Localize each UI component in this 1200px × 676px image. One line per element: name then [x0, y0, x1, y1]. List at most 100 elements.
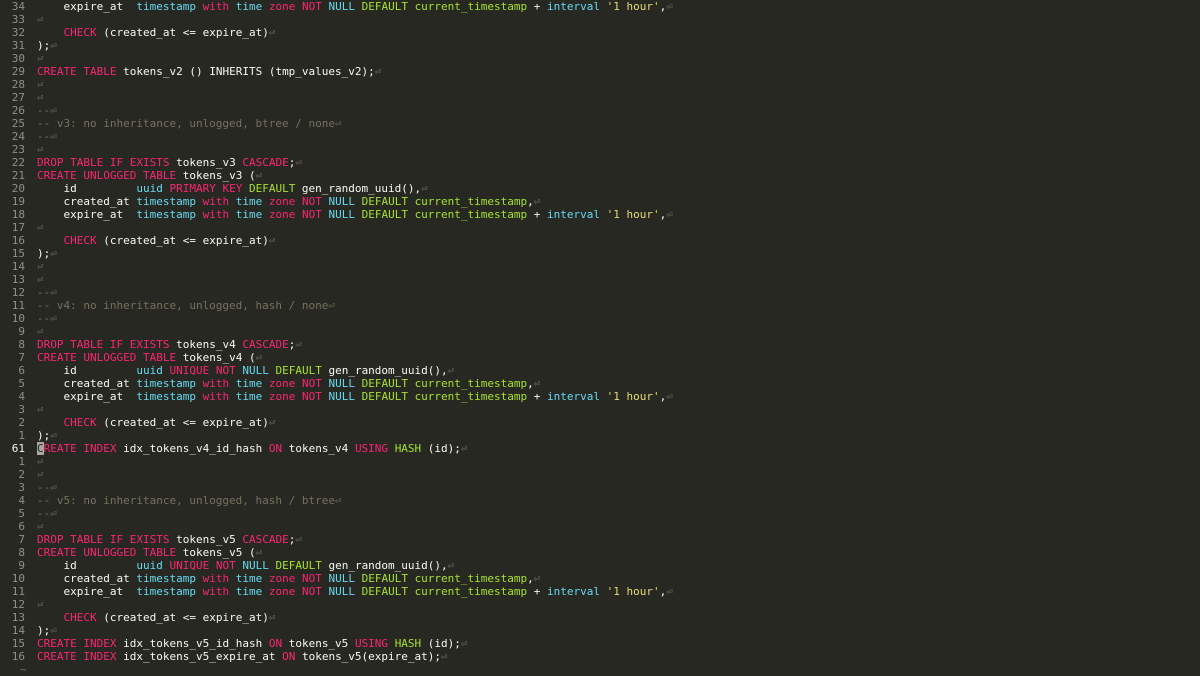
code-token: '1 hour' [606, 208, 660, 221]
code-line[interactable]: 6 id uuid UNIQUE NOT NULL DEFAULT gen_ra… [0, 364, 1200, 377]
line-number: 11 [11, 299, 25, 312]
eol-marker: ⏎ [37, 598, 44, 611]
code-line[interactable]: 13 ⏎ [0, 273, 1200, 286]
line-number: 34 [11, 0, 25, 13]
line-number: 10 [11, 572, 25, 585]
eol-marker: ⏎ [37, 78, 44, 91]
code-line[interactable]: 13 CHECK (created_at <= expire_at)⏎ [0, 611, 1200, 624]
code-line[interactable]: 24 --⏎ [0, 130, 1200, 143]
code-line[interactable]: 9 ⏎ [0, 325, 1200, 338]
code-line[interactable]: 27 ⏎ [0, 91, 1200, 104]
code-line[interactable]: 30 ⏎ [0, 52, 1200, 65]
eol-marker: ⏎ [37, 91, 44, 104]
code-line[interactable]: 8 DROP TABLE IF EXISTS tokens_v4 CASCADE;… [0, 338, 1200, 351]
eol-marker: ⏎ [50, 247, 57, 260]
code-line[interactable]: 16 CREATE INDEX idx_tokens_v5_expire_at O… [0, 650, 1200, 663]
code-token: DEFAULT [361, 0, 408, 13]
eol-marker: ⏎ [37, 455, 44, 468]
code-line[interactable]: 16 CHECK (created_at <= expire_at)⏎ [0, 234, 1200, 247]
code-line[interactable]: 33 ⏎ [0, 13, 1200, 26]
code-token: TABLE [83, 65, 117, 78]
line-number: 4 [18, 494, 25, 507]
code-line[interactable]: 11 expire_at timestamp with time zone NO… [0, 585, 1200, 598]
code-line[interactable]: 11 -- v4: no inheritance, unlogged, hash … [0, 299, 1200, 312]
code-token: current_timestamp [414, 195, 528, 208]
code-line[interactable]: 23 ⏎ [0, 143, 1200, 156]
code-text: expire_at timestamp with time zone NOT N… [37, 0, 672, 13]
code-line[interactable]: 18 expire_at timestamp with time zone NO… [0, 208, 1200, 221]
code-line[interactable]: 21 CREATE UNLOGGED TABLE tokens_v3 (⏎ [0, 169, 1200, 182]
code-token: CASCADE [242, 533, 289, 546]
code-token: interval [547, 390, 601, 403]
code-line[interactable]: 10 --⏎ [0, 312, 1200, 325]
code-line[interactable]: 14 ⏎ [0, 260, 1200, 273]
code-line[interactable]: 32 CHECK (created_at <= expire_at)⏎ [0, 26, 1200, 39]
code-text: CREATE INDEX idx_tokens_v5_expire_at ON … [37, 650, 448, 663]
code-line[interactable]: 19 created_at timestamp with time zone N… [0, 195, 1200, 208]
code-line[interactable]: 10 created_at timestamp with time zone N… [0, 572, 1200, 585]
code-line[interactable]: 2 ⏎ [0, 468, 1200, 481]
line-number: 26 [11, 104, 25, 117]
code-line[interactable]: 34 expire_at timestamp with time zone NO… [0, 0, 1200, 13]
code-token: timestamp [136, 0, 196, 13]
code-line[interactable]: 6 ⏎ [0, 520, 1200, 533]
code-line[interactable]: 28 ⏎ [0, 78, 1200, 91]
code-token: expire_at [37, 390, 137, 403]
code-token: timestamp [136, 572, 196, 585]
code-line[interactable]: 2 CHECK (created_at <= expire_at)⏎ [0, 416, 1200, 429]
code-token: current_timestamp [414, 390, 528, 403]
code-token: NULL [242, 364, 269, 377]
code-line[interactable]: 5 created_at timestamp with time zone NO… [0, 377, 1200, 390]
code-text: ⏎ [37, 273, 44, 286]
code-line[interactable]: 5 --⏎ [0, 507, 1200, 520]
code-line[interactable]: 61 CREATE INDEX idx_tokens_v4_id_hash ON … [0, 442, 1200, 455]
code-line[interactable]: 9 id uuid UNIQUE NOT NULL DEFAULT gen_ra… [0, 559, 1200, 572]
code-token: CASCADE [242, 338, 289, 351]
code-line[interactable]: 22 DROP TABLE IF EXISTS tokens_v3 CASCADE… [0, 156, 1200, 169]
line-number: 13 [11, 273, 25, 286]
code-token: -- v4: no inheritance, unlogged, hash / … [37, 299, 329, 312]
code-line[interactable]: 15 CREATE INDEX idx_tokens_v5_id_hash ON … [0, 637, 1200, 650]
code-line[interactable]: 17 ⏎ [0, 221, 1200, 234]
code-text: -- v4: no inheritance, unlogged, hash / … [37, 299, 335, 312]
code-line[interactable]: 4 -- v5: no inheritance, unlogged, hash /… [0, 494, 1200, 507]
eol-marker: ⏎ [666, 585, 673, 598]
code-line[interactable]: 29 CREATE TABLE tokens_v2 () INHERITS (tm… [0, 65, 1200, 78]
code-token: current_timestamp [414, 572, 528, 585]
code-line[interactable]: 3 --⏎ [0, 481, 1200, 494]
line-number: 3 [18, 481, 25, 494]
code-line[interactable]: 8 CREATE UNLOGGED TABLE tokens_v5 (⏎ [0, 546, 1200, 559]
code-line[interactable]: 7 CREATE UNLOGGED TABLE tokens_v4 (⏎ [0, 351, 1200, 364]
code-token: CREATE [37, 546, 77, 559]
code-line[interactable]: 7 DROP TABLE IF EXISTS tokens_v5 CASCADE;… [0, 533, 1200, 546]
code-token: USING [354, 442, 389, 455]
code-token: NULL [328, 572, 355, 585]
code-editor[interactable]: 34 expire_at timestamp with time zone NO… [0, 0, 1200, 676]
code-line[interactable]: 25 -- v3: no inheritance, unlogged, btree… [0, 117, 1200, 130]
code-line[interactable]: 31);⏎ [0, 39, 1200, 52]
eol-marker: ⏎ [295, 533, 302, 546]
code-line[interactable]: 20 id uuid PRIMARY KEY DEFAULT gen_rando… [0, 182, 1200, 195]
code-token: NULL [328, 377, 355, 390]
code-token: NOT [301, 572, 322, 585]
code-line[interactable]: 26 --⏎ [0, 104, 1200, 117]
line-number: 13 [11, 611, 25, 624]
code-line[interactable]: 12 ⏎ [0, 598, 1200, 611]
code-line[interactable]: 4 expire_at timestamp with time zone NOT… [0, 390, 1200, 403]
code-line[interactable]: 1 ⏎ [0, 455, 1200, 468]
code-line[interactable]: 15);⏎ [0, 247, 1200, 260]
code-token: -- [37, 481, 51, 494]
code-line[interactable]: 14);⏎ [0, 624, 1200, 637]
code-line[interactable]: 3 ⏎ [0, 403, 1200, 416]
line-number: 14 [11, 260, 25, 273]
code-line[interactable]: 12 --⏎ [0, 286, 1200, 299]
code-line[interactable]: 1);⏎ [0, 429, 1200, 442]
